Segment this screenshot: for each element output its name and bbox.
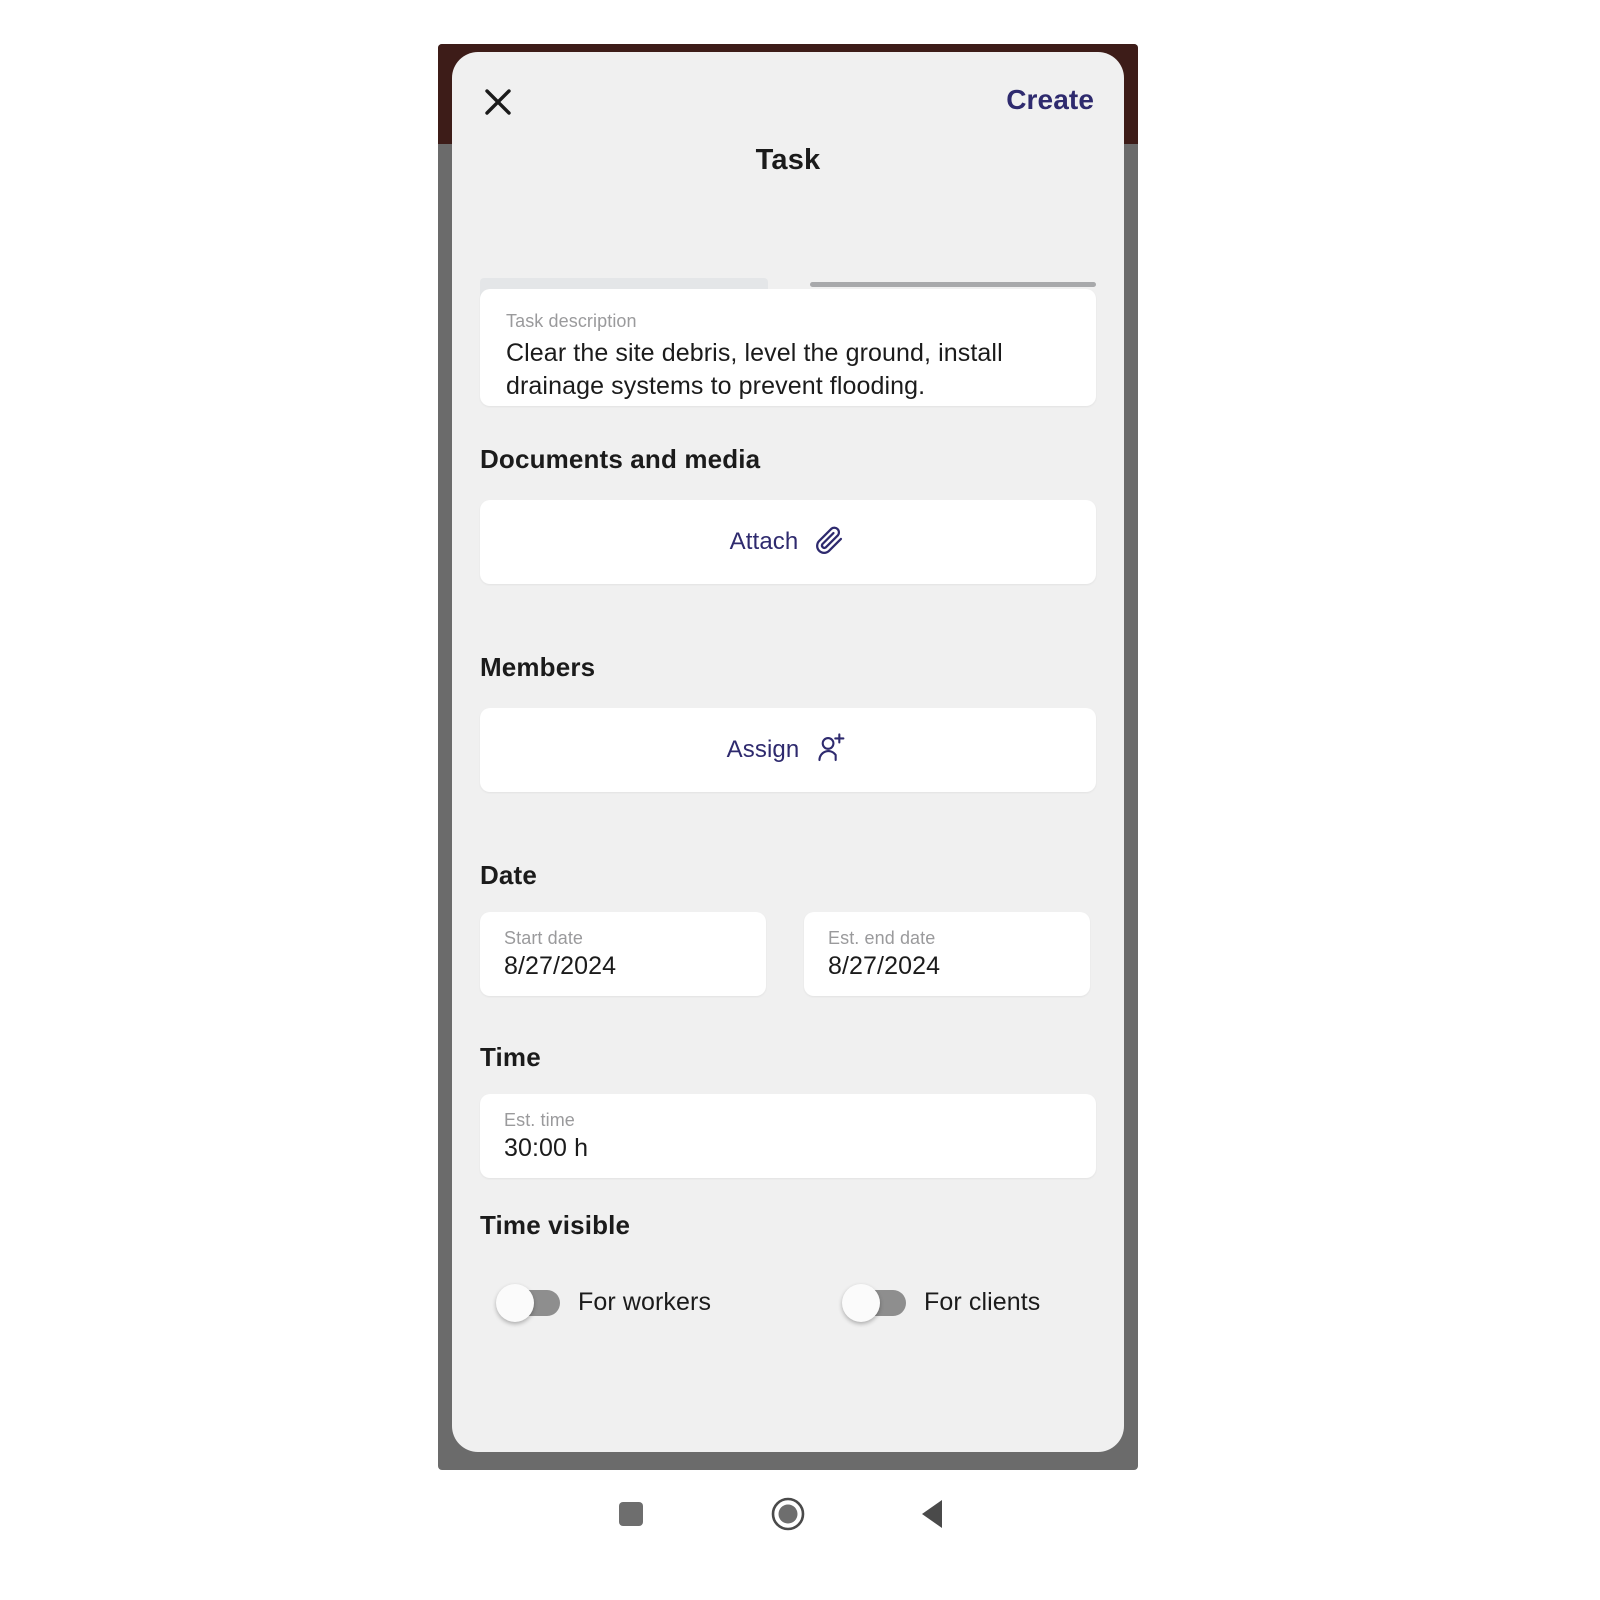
toggle-for-workers-label: For workers: [578, 1287, 712, 1316]
est-time-value: 30:00 h: [504, 1133, 589, 1162]
time-visible-section-heading: Time visible: [480, 1210, 631, 1240]
start-date-label: Start date: [504, 928, 584, 948]
task-description-value: Clear the site debris, level the ground,…: [506, 338, 1003, 401]
close-button[interactable]: [476, 80, 520, 124]
person-add-icon: [815, 731, 849, 770]
assign-button[interactable]: Assign: [480, 708, 1096, 792]
back-button[interactable]: [888, 1470, 978, 1560]
time-section-heading: Time: [480, 1042, 541, 1072]
close-icon: [482, 86, 514, 118]
switch-for-clients[interactable]: [842, 1284, 906, 1322]
square-recents-icon: [617, 1500, 645, 1531]
sheet-top-bar: Create: [452, 52, 1124, 144]
date-section-heading: Date: [480, 860, 537, 890]
time-visible-toggles: For workers For clients: [452, 1284, 1124, 1340]
switch-thumb: [496, 1284, 534, 1322]
home-button[interactable]: [743, 1470, 833, 1560]
toggle-for-clients[interactable]: For clients: [842, 1284, 1041, 1322]
end-date-label: Est. end date: [828, 928, 936, 948]
est-time-label: Est. time: [504, 1110, 575, 1130]
end-date-field[interactable]: Est. end date 8/27/2024: [804, 912, 1090, 996]
task-sheet: Create Task Task description Clear the s…: [452, 52, 1124, 1452]
documents-section-heading: Documents and media: [480, 444, 761, 474]
assign-label: Assign: [726, 736, 800, 763]
task-description-field[interactable]: Task description Clear the site debris, …: [480, 289, 1096, 406]
members-section-heading: Members: [480, 652, 596, 682]
input-underline: [810, 282, 1096, 287]
end-date-value: 8/27/2024: [828, 951, 941, 980]
triangle-back-icon: [918, 1498, 948, 1533]
android-navigation-bar: [438, 1470, 1138, 1560]
attach-label: Attach: [729, 528, 799, 555]
create-button[interactable]: Create: [998, 78, 1102, 122]
page-title: Task: [755, 144, 821, 176]
screenshot-root: Create Task Task description Clear the s…: [0, 0, 1600, 1600]
recents-button[interactable]: [586, 1470, 676, 1560]
attach-button[interactable]: Attach: [480, 500, 1096, 584]
task-description-label: Task description: [506, 311, 637, 331]
toggle-for-clients-label: For clients: [924, 1287, 1041, 1316]
est-time-field[interactable]: Est. time 30:00 h: [480, 1094, 1096, 1178]
circle-home-icon: [771, 1497, 805, 1534]
switch-for-workers[interactable]: [496, 1284, 560, 1322]
start-date-value: 8/27/2024: [504, 951, 617, 980]
paperclip-icon: [814, 524, 846, 561]
start-date-field[interactable]: Start date 8/27/2024: [480, 912, 766, 996]
toggle-for-workers[interactable]: For workers: [496, 1284, 712, 1322]
switch-thumb: [842, 1284, 880, 1322]
